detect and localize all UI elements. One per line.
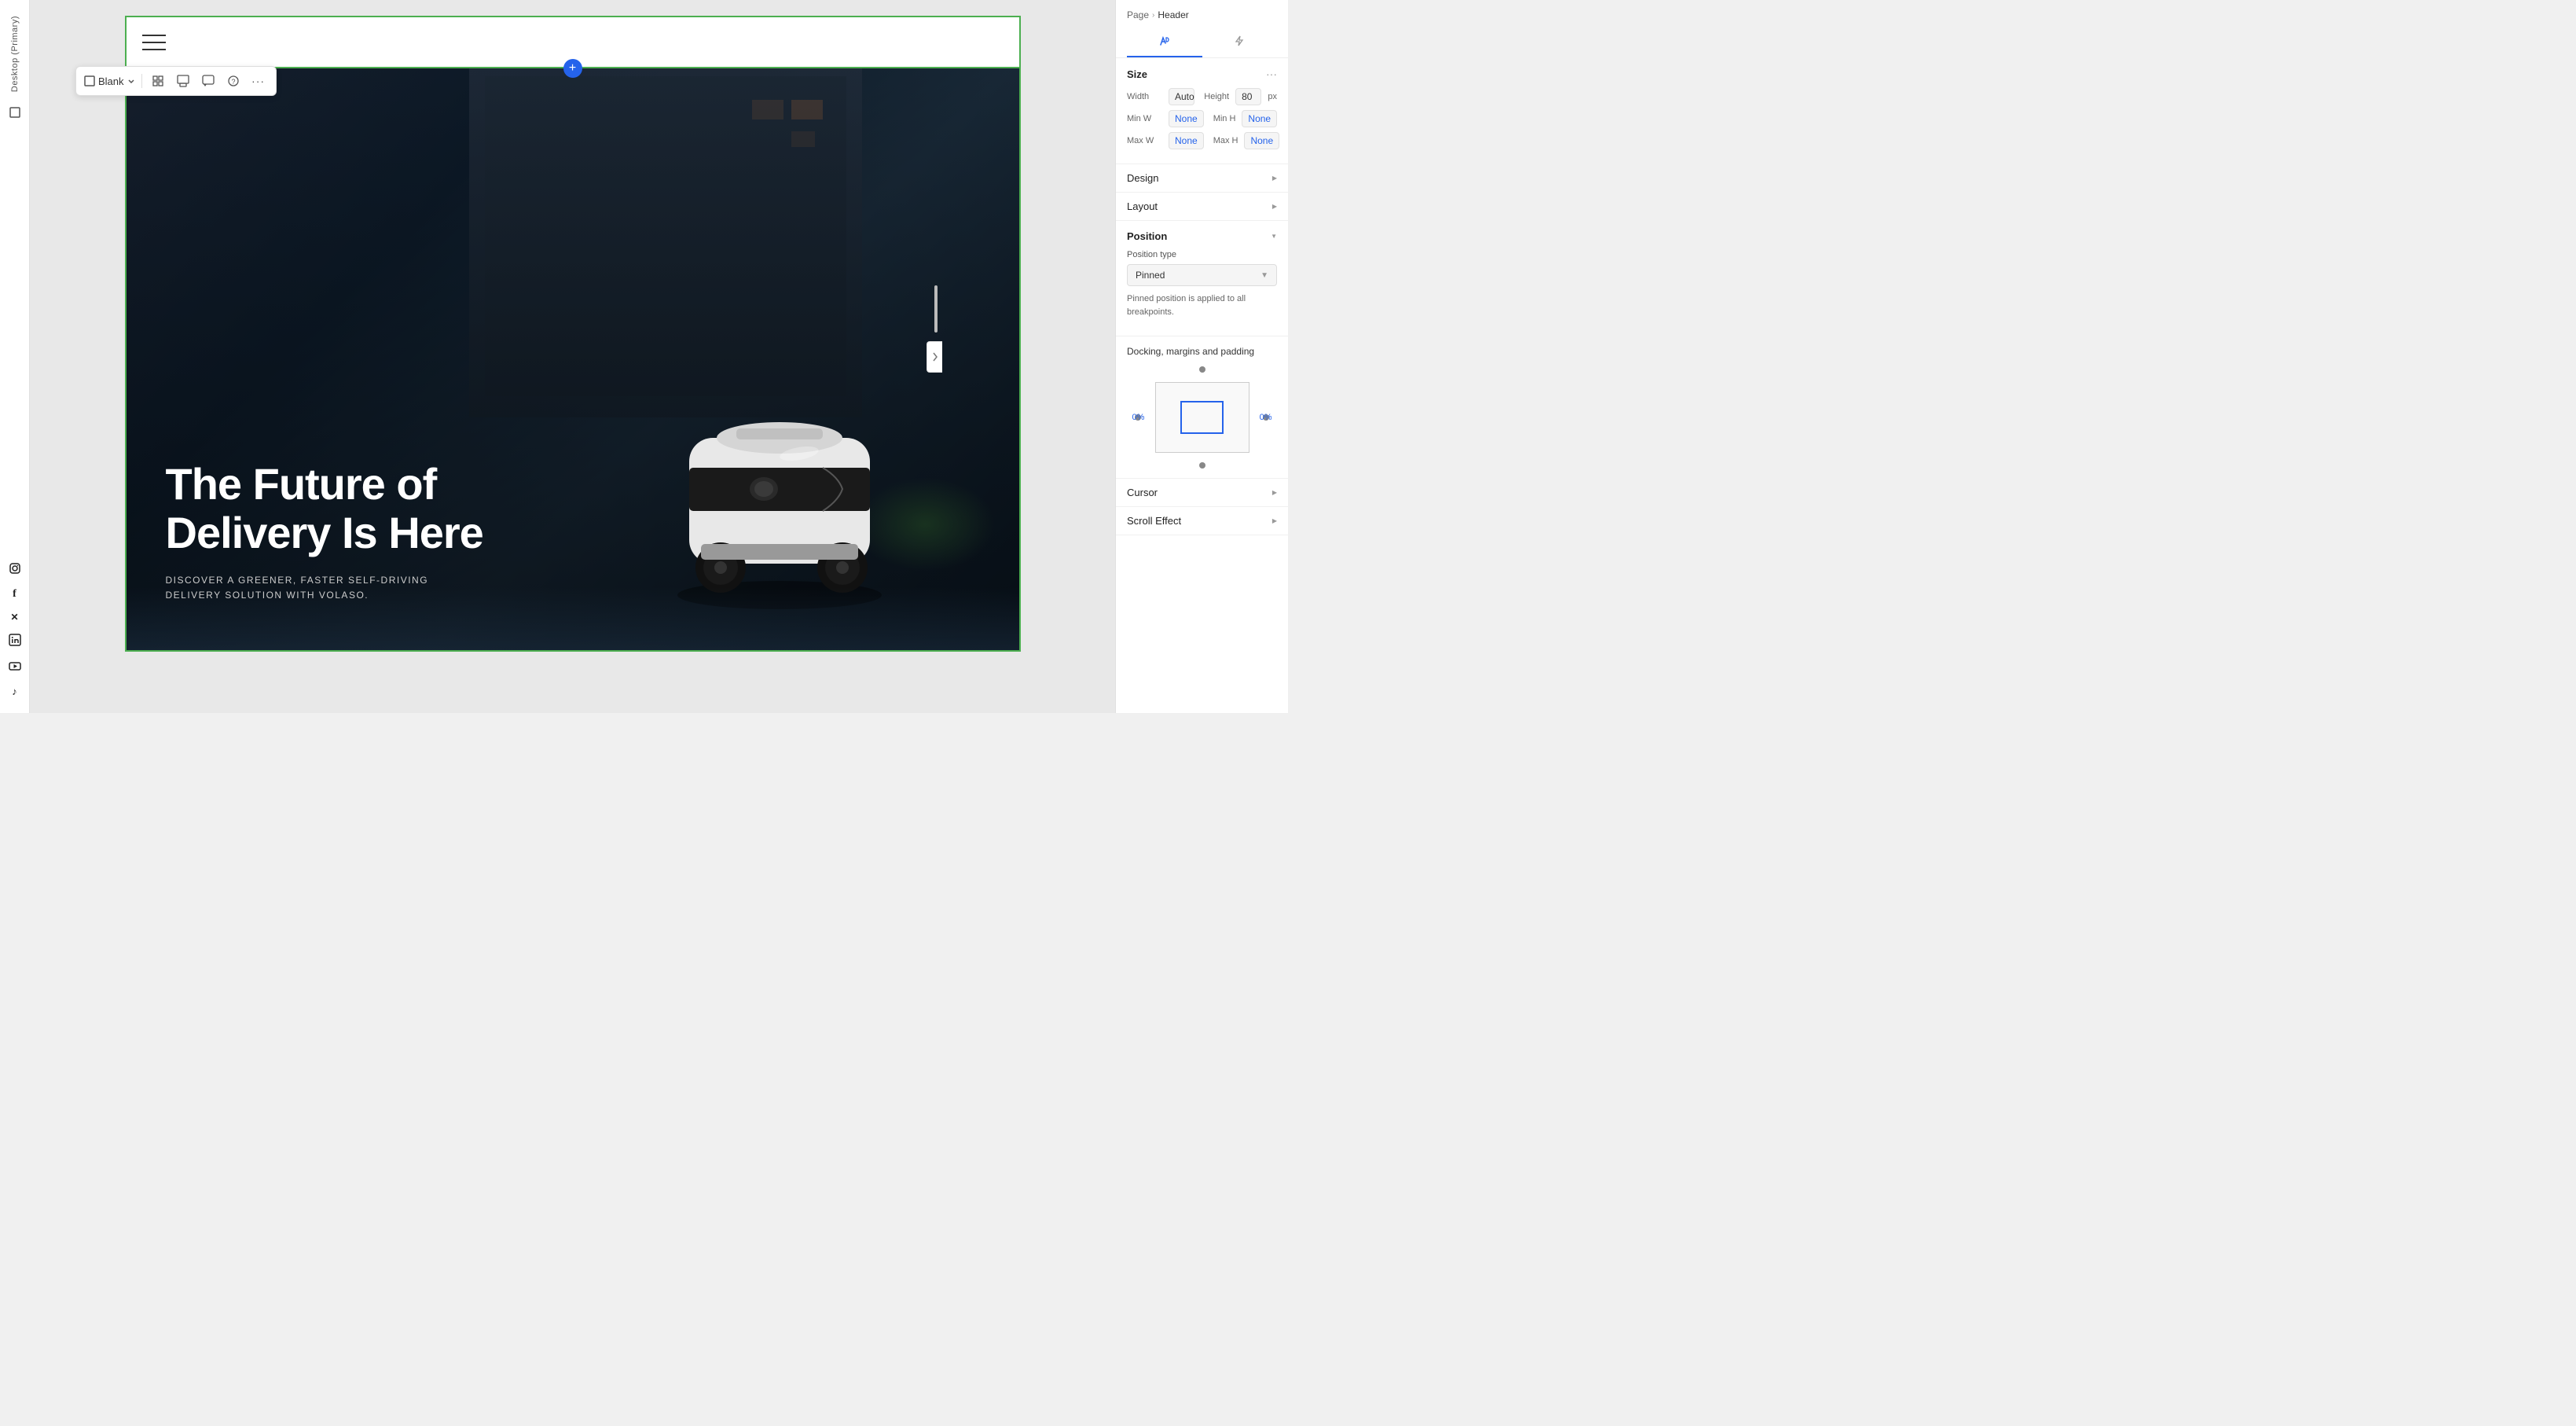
grid-icon[interactable]	[149, 72, 167, 90]
min-w-label: Min W	[1127, 114, 1162, 123]
layout-section-label: Layout	[1127, 200, 1158, 212]
hamburger-line-1	[142, 35, 166, 36]
cursor-section-label: Cursor	[1127, 487, 1158, 498]
hero-subtitle: DISCOVER A GREENER, FASTER SELF-DRIVING …	[166, 573, 483, 603]
breadcrumb-parent[interactable]: Page	[1127, 9, 1149, 20]
right-panel: Page › Header Size ··· Width	[1115, 0, 1288, 713]
design-section-row[interactable]: Design	[1116, 164, 1288, 193]
tab-lightning[interactable]	[1202, 28, 1278, 57]
dock-outer-box: 0% 0%	[1155, 382, 1249, 453]
width-value[interactable]: Auto	[1169, 88, 1194, 105]
scroll-indicator[interactable]	[934, 285, 938, 333]
chevron-right-icon	[932, 351, 938, 362]
floating-toolbar: Blank	[75, 66, 277, 96]
size-section: Size ··· Width Auto Height 80 px Min W N…	[1116, 58, 1288, 164]
height-value[interactable]: 80	[1235, 88, 1261, 105]
position-chevron-icon[interactable]	[1271, 232, 1277, 241]
add-section-button[interactable]: +	[563, 59, 582, 78]
max-w-h-row: Max W None Max H None	[1127, 132, 1277, 149]
hamburger-menu[interactable]	[142, 35, 166, 50]
youtube-icon[interactable]	[9, 660, 21, 674]
lightning-tab-icon	[1233, 35, 1246, 47]
cursor-chevron-icon	[1272, 488, 1277, 497]
scroll-effect-chevron-icon	[1272, 516, 1277, 525]
canvas-frame: + ✎ Header ✎	[125, 16, 1021, 652]
instagram-icon[interactable]	[9, 562, 21, 577]
design-tab-icon	[1158, 35, 1171, 47]
min-w-h-row: Min W None Min H None	[1127, 110, 1277, 127]
tiktok-icon[interactable]: ♪	[12, 685, 17, 697]
position-type-dropdown[interactable]: Pinned ▼	[1127, 264, 1277, 286]
cursor-section-row[interactable]: Cursor	[1116, 479, 1288, 507]
tab-design[interactable]	[1127, 28, 1202, 57]
dock-inner-box	[1180, 401, 1224, 434]
size-more-button[interactable]: ···	[1266, 68, 1277, 80]
design-chevron-icon	[1272, 174, 1277, 182]
dropdown-arrow-icon: ▼	[1260, 271, 1268, 280]
min-w-value[interactable]: None	[1169, 110, 1204, 127]
main-canvas-area: Blank	[30, 0, 1115, 713]
layout-chevron-icon	[1272, 202, 1277, 211]
min-h-value[interactable]: None	[1242, 110, 1277, 127]
min-h-label: Min H	[1210, 114, 1236, 123]
height-unit: px	[1268, 92, 1277, 101]
blank-selector[interactable]: Blank	[84, 75, 135, 87]
twitter-x-icon[interactable]: ✕	[10, 612, 18, 623]
social-icons-container: f ✕ ♪	[9, 562, 21, 704]
linkedin-icon[interactable]	[9, 634, 21, 649]
hamburger-line-3	[142, 49, 166, 50]
hero-section: The Future of Delivery Is Here DISCOVER …	[127, 68, 1019, 650]
position-section-header: Position	[1127, 230, 1277, 242]
max-w-value[interactable]: None	[1169, 132, 1204, 149]
size-section-header: Size ···	[1127, 68, 1277, 80]
width-height-row: Width Auto Height 80 px	[1127, 88, 1277, 105]
dock-handle-bottom	[1199, 462, 1205, 469]
blank-checkbox-icon	[84, 75, 95, 86]
hero-title: The Future of Delivery Is Here	[166, 460, 483, 557]
max-h-label: Max H	[1210, 136, 1238, 145]
hamburger-line-2	[142, 42, 166, 43]
blank-label: Blank	[98, 75, 124, 87]
breadcrumb: Page › Header	[1127, 9, 1277, 20]
panel-header: Page › Header	[1116, 0, 1288, 58]
canvas-wrapper: + ✎ Header ✎	[30, 0, 1115, 713]
hero-text-block: The Future of Delivery Is Here DISCOVER …	[166, 460, 483, 603]
breadcrumb-separator: ›	[1152, 11, 1154, 20]
help-icon[interactable]: ?	[224, 72, 243, 90]
design-section-label: Design	[1127, 172, 1158, 184]
dock-handle-top	[1199, 366, 1205, 373]
docking-title: Docking, margins and padding	[1127, 346, 1277, 357]
position-note: Pinned position is applied to all breakp…	[1127, 292, 1277, 318]
size-section-title: Size	[1127, 68, 1147, 80]
more-options-icon[interactable]: ···	[249, 72, 268, 90]
viewport-label: Desktop (Primary)	[10, 16, 20, 92]
position-section: Position Position type Pinned ▼ Pinned p…	[1116, 221, 1288, 336]
scroll-effect-section-row[interactable]: Scroll Effect	[1116, 507, 1288, 535]
breadcrumb-current: Header	[1158, 9, 1188, 20]
blank-dropdown-icon	[127, 77, 135, 85]
position-section-title: Position	[1127, 230, 1167, 242]
svg-text:?: ?	[231, 78, 235, 86]
panel-tabs	[1127, 28, 1277, 57]
height-label: Height	[1201, 92, 1229, 101]
max-h-value[interactable]: None	[1244, 132, 1279, 149]
dock-left-value[interactable]: 0%	[1132, 413, 1145, 422]
facebook-icon[interactable]: f	[13, 588, 17, 601]
docking-section: Docking, margins and padding 0% 0%	[1116, 336, 1288, 479]
toolbar-divider-1	[141, 74, 142, 88]
scroll-effect-section-label: Scroll Effect	[1127, 515, 1181, 527]
panel-collapse-button[interactable]	[927, 341, 942, 373]
max-w-label: Max W	[1127, 136, 1162, 145]
position-type-label: Position type	[1127, 250, 1277, 259]
frame-icon[interactable]	[174, 72, 193, 90]
width-label: Width	[1127, 92, 1162, 101]
sidebar-icon-layers[interactable]	[7, 105, 23, 120]
layout-section-row[interactable]: Layout	[1116, 193, 1288, 221]
docking-diagram: 0% 0%	[1127, 366, 1277, 469]
hero-content: The Future of Delivery Is Here DISCOVER …	[166, 460, 1019, 603]
dock-right-value[interactable]: 0%	[1260, 413, 1272, 422]
comment-icon[interactable]	[199, 72, 218, 90]
left-sidebar: Desktop (Primary) f ✕	[0, 0, 30, 713]
